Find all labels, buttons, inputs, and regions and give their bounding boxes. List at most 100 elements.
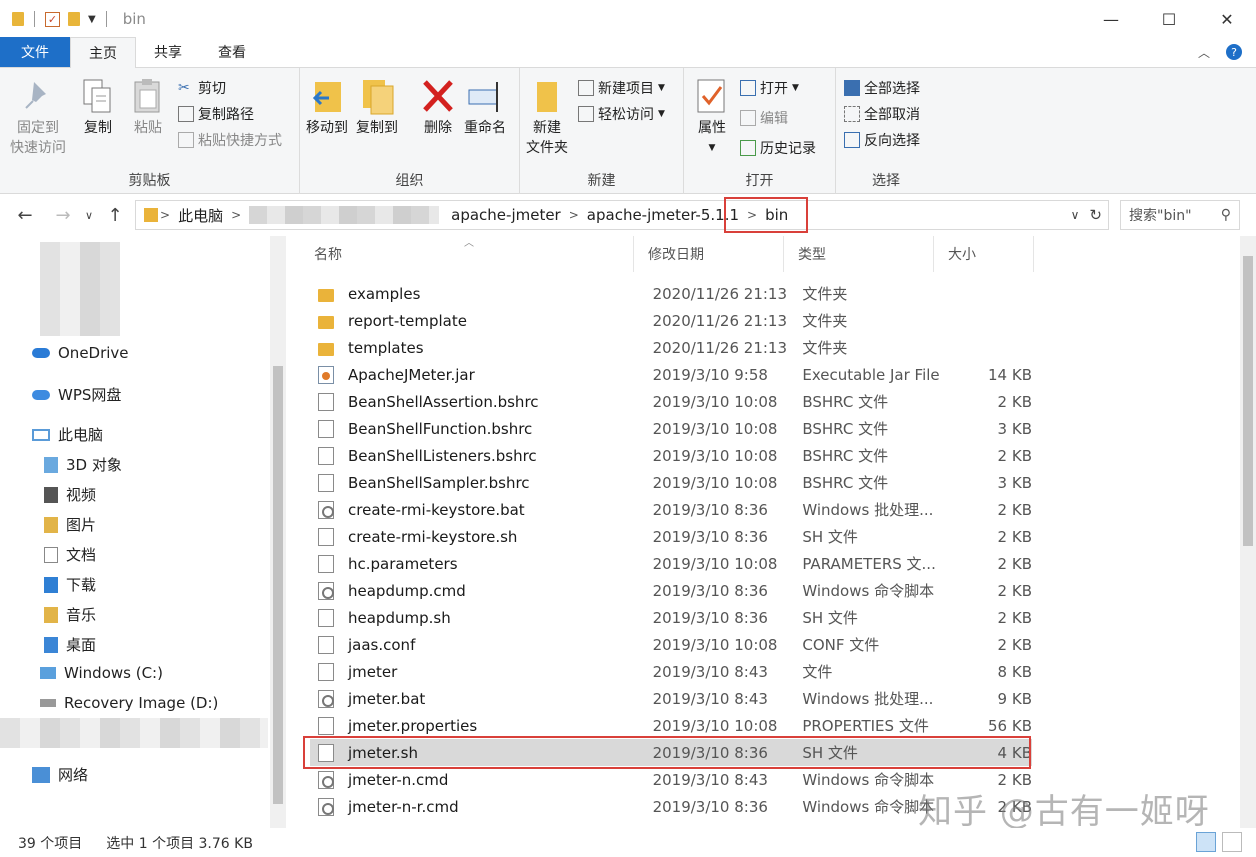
column-header-size[interactable]: 大小 bbox=[934, 236, 1034, 272]
properties-button[interactable]: 属性 ▼ bbox=[694, 76, 730, 158]
delete-button[interactable]: 删除 bbox=[420, 76, 456, 138]
chevron-down-icon: ▼ bbox=[708, 143, 716, 153]
new-folder-button[interactable]: 新建 文件夹 bbox=[526, 76, 568, 158]
minimize-button[interactable]: — bbox=[1082, 0, 1140, 38]
file-name: BeanShellAssertion.bshrc bbox=[348, 392, 539, 411]
file-row[interactable]: jmeter.properties 2019/3/10 10:08 PROPERTI… bbox=[310, 712, 1032, 739]
tab-view[interactable]: 查看 bbox=[200, 37, 264, 67]
open-group-label: 打开 bbox=[745, 173, 774, 189]
nav-item-music[interactable]: 音乐 bbox=[44, 604, 96, 625]
copy-to-button[interactable]: 复制到 bbox=[356, 76, 398, 138]
pictures-icon bbox=[44, 516, 58, 533]
file-list-scrollbar-thumb[interactable] bbox=[1243, 256, 1253, 546]
file-row[interactable]: jaas.conf 2019/3/10 10:08 CONF 文件 2 KB bbox=[310, 631, 1032, 658]
new-folder-quick-icon[interactable] bbox=[68, 12, 80, 26]
details-view-icon[interactable] bbox=[1196, 832, 1216, 852]
tab-file[interactable]: 文件 bbox=[0, 37, 70, 67]
recent-locations-icon[interactable]: ∨ bbox=[76, 209, 102, 222]
file-row[interactable]: BeanShellListeners.bshrc 2019/3/10 10:08 B… bbox=[310, 442, 1032, 469]
tab-home[interactable]: 主页 bbox=[70, 37, 136, 68]
file-row[interactable]: report-template 2020/11/26 21:13 文件夹 bbox=[310, 307, 1032, 334]
file-row[interactable]: ApacheJMeter.jar 2019/3/10 9:58 Executable… bbox=[310, 361, 1032, 388]
file-row[interactable]: jmeter 2019/3/10 8:43 文件 8 KB bbox=[310, 658, 1032, 685]
file-type: Executable Jar File bbox=[802, 365, 940, 384]
easy-access-button[interactable]: 轻松访问 ▼ bbox=[578, 104, 665, 124]
up-icon[interactable]: ↑ bbox=[102, 205, 128, 226]
file-row[interactable]: BeanShellSampler.bshrc 2019/3/10 10:08 BSH… bbox=[310, 469, 1032, 496]
pin-to-quick-access-button[interactable]: 固定到 快速访问 bbox=[10, 76, 66, 158]
nav-item-drive-c[interactable]: Windows (C:) bbox=[40, 664, 163, 682]
script-file-icon bbox=[318, 500, 334, 519]
tab-share[interactable]: 共享 bbox=[136, 37, 200, 67]
nav-item-3d-objects[interactable]: 3D 对象 bbox=[44, 454, 122, 475]
properties-icon bbox=[694, 76, 730, 116]
rename-button[interactable]: 重命名 bbox=[464, 76, 506, 138]
paste-button[interactable]: 粘贴 bbox=[130, 76, 166, 138]
search-input[interactable]: 搜索"bin" ⚲ bbox=[1120, 200, 1240, 230]
file-list-scrollbar[interactable] bbox=[1240, 236, 1256, 828]
file-size: 2 KB bbox=[997, 500, 1032, 519]
file-row[interactable]: jmeter.bat 2019/3/10 8:43 Windows 批处理... 9 … bbox=[310, 685, 1032, 712]
maximize-button[interactable]: ☐ bbox=[1140, 0, 1198, 38]
column-header-name[interactable]: 名称 bbox=[300, 236, 634, 272]
file-row[interactable]: hc.parameters 2019/3/10 10:08 PARAMETERS 文… bbox=[310, 550, 1032, 577]
scissors-icon: ✂ bbox=[178, 80, 190, 96]
column-header-type[interactable]: 类型 bbox=[784, 236, 934, 272]
copy-button[interactable]: 复制 bbox=[80, 76, 116, 138]
help-icon[interactable]: ? bbox=[1226, 44, 1242, 60]
invert-selection-button[interactable]: 反向选择 bbox=[844, 130, 920, 150]
breadcrumb-apache-jmeter-5-1-1[interactable]: apache-jmeter-5.1.1 bbox=[581, 206, 745, 224]
properties-quick-icon[interactable]: ✓ bbox=[45, 11, 60, 27]
open-button[interactable]: 打开 ▼ bbox=[740, 78, 799, 98]
nav-item-this-pc[interactable]: 此电脑 bbox=[32, 424, 103, 445]
paste-shortcut-button[interactable]: 粘贴快捷方式 bbox=[178, 130, 282, 150]
file-row[interactable]: heapdump.sh 2019/3/10 8:36 SH 文件 2 KB bbox=[310, 604, 1032, 631]
file-type: 文件夹 bbox=[802, 339, 848, 357]
back-icon[interactable]: ← bbox=[12, 205, 38, 226]
select-none-button[interactable]: 全部取消 bbox=[844, 104, 920, 124]
column-header-date[interactable]: 修改日期 bbox=[634, 236, 784, 272]
forward-icon[interactable]: → bbox=[50, 205, 76, 226]
file-row[interactable]: heapdump.cmd 2019/3/10 8:36 Windows 命令脚本 2 … bbox=[310, 577, 1032, 604]
cut-button[interactable]: ✂ 剪切 bbox=[178, 78, 226, 98]
file-row[interactable]: create-rmi-keystore.sh 2019/3/10 8:36 SH 文… bbox=[310, 523, 1032, 550]
nav-item-network[interactable]: 网络 bbox=[32, 764, 88, 785]
quick-access-toolbar: ✓ ▼ bin bbox=[0, 10, 146, 28]
file-row[interactable]: create-rmi-keystore.bat 2019/3/10 8:36 Win… bbox=[310, 496, 1032, 523]
nav-scrollbar-thumb[interactable] bbox=[273, 366, 283, 804]
file-row[interactable]: examples 2020/11/26 21:13 文件夹 bbox=[310, 280, 1032, 307]
file-row[interactable]: BeanShellFunction.bshrc 2019/3/10 10:08 BS… bbox=[310, 415, 1032, 442]
select-all-button[interactable]: 全部选择 bbox=[844, 78, 920, 98]
new-item-button[interactable]: 新建项目 ▼ bbox=[578, 78, 665, 98]
nav-item-desktop[interactable]: 桌面 bbox=[44, 634, 96, 655]
copy-path-button[interactable]: 复制路径 bbox=[178, 104, 254, 124]
nav-scrollbar[interactable] bbox=[270, 236, 286, 828]
file-type: BSHRC 文件 bbox=[802, 393, 889, 411]
file-row[interactable]: templates 2020/11/26 21:13 文件夹 bbox=[310, 334, 1032, 361]
customize-toolbar-chevron-icon[interactable]: ▼ bbox=[88, 14, 96, 25]
large-icons-view-icon[interactable] bbox=[1222, 832, 1242, 852]
music-icon bbox=[44, 606, 58, 623]
nav-item-downloads[interactable]: 下载 bbox=[44, 574, 96, 595]
address-dropdown-icon[interactable]: ∨ bbox=[1071, 208, 1080, 222]
address-bar[interactable]: > 此电脑 > apache-jmeter > apache-jmeter-5.… bbox=[135, 197, 1109, 233]
select-group-label: 选择 bbox=[872, 173, 900, 189]
refresh-icon[interactable]: ↻ bbox=[1089, 206, 1102, 224]
file-name: jmeter.bat bbox=[348, 689, 426, 708]
nav-item-videos[interactable]: 视频 bbox=[44, 484, 96, 505]
nav-item-pictures[interactable]: 图片 bbox=[44, 514, 96, 535]
edit-button[interactable]: 编辑 bbox=[740, 108, 788, 128]
history-button[interactable]: 历史记录 bbox=[740, 138, 816, 158]
file-row[interactable]: BeanShellAssertion.bshrc 2019/3/10 10:08 B… bbox=[310, 388, 1032, 415]
breadcrumb-this-pc[interactable]: 此电脑 bbox=[172, 205, 229, 226]
breadcrumb-apache-jmeter[interactable]: apache-jmeter bbox=[445, 206, 567, 224]
nav-item-documents[interactable]: 文档 bbox=[44, 544, 96, 565]
search-icon: ⚲ bbox=[1220, 207, 1231, 223]
close-button[interactable]: ✕ bbox=[1198, 0, 1256, 38]
nav-item-wps[interactable]: WPS网盘 bbox=[32, 384, 121, 405]
nav-item-onedrive[interactable]: OneDrive bbox=[32, 344, 129, 362]
collapse-ribbon-icon[interactable]: ︿ bbox=[1198, 44, 1210, 61]
move-to-button[interactable]: 移动到 bbox=[306, 76, 348, 138]
file-type: PROPERTIES 文件 bbox=[802, 717, 929, 735]
nav-item-drive-d[interactable]: Recovery Image (D:) bbox=[40, 694, 218, 712]
